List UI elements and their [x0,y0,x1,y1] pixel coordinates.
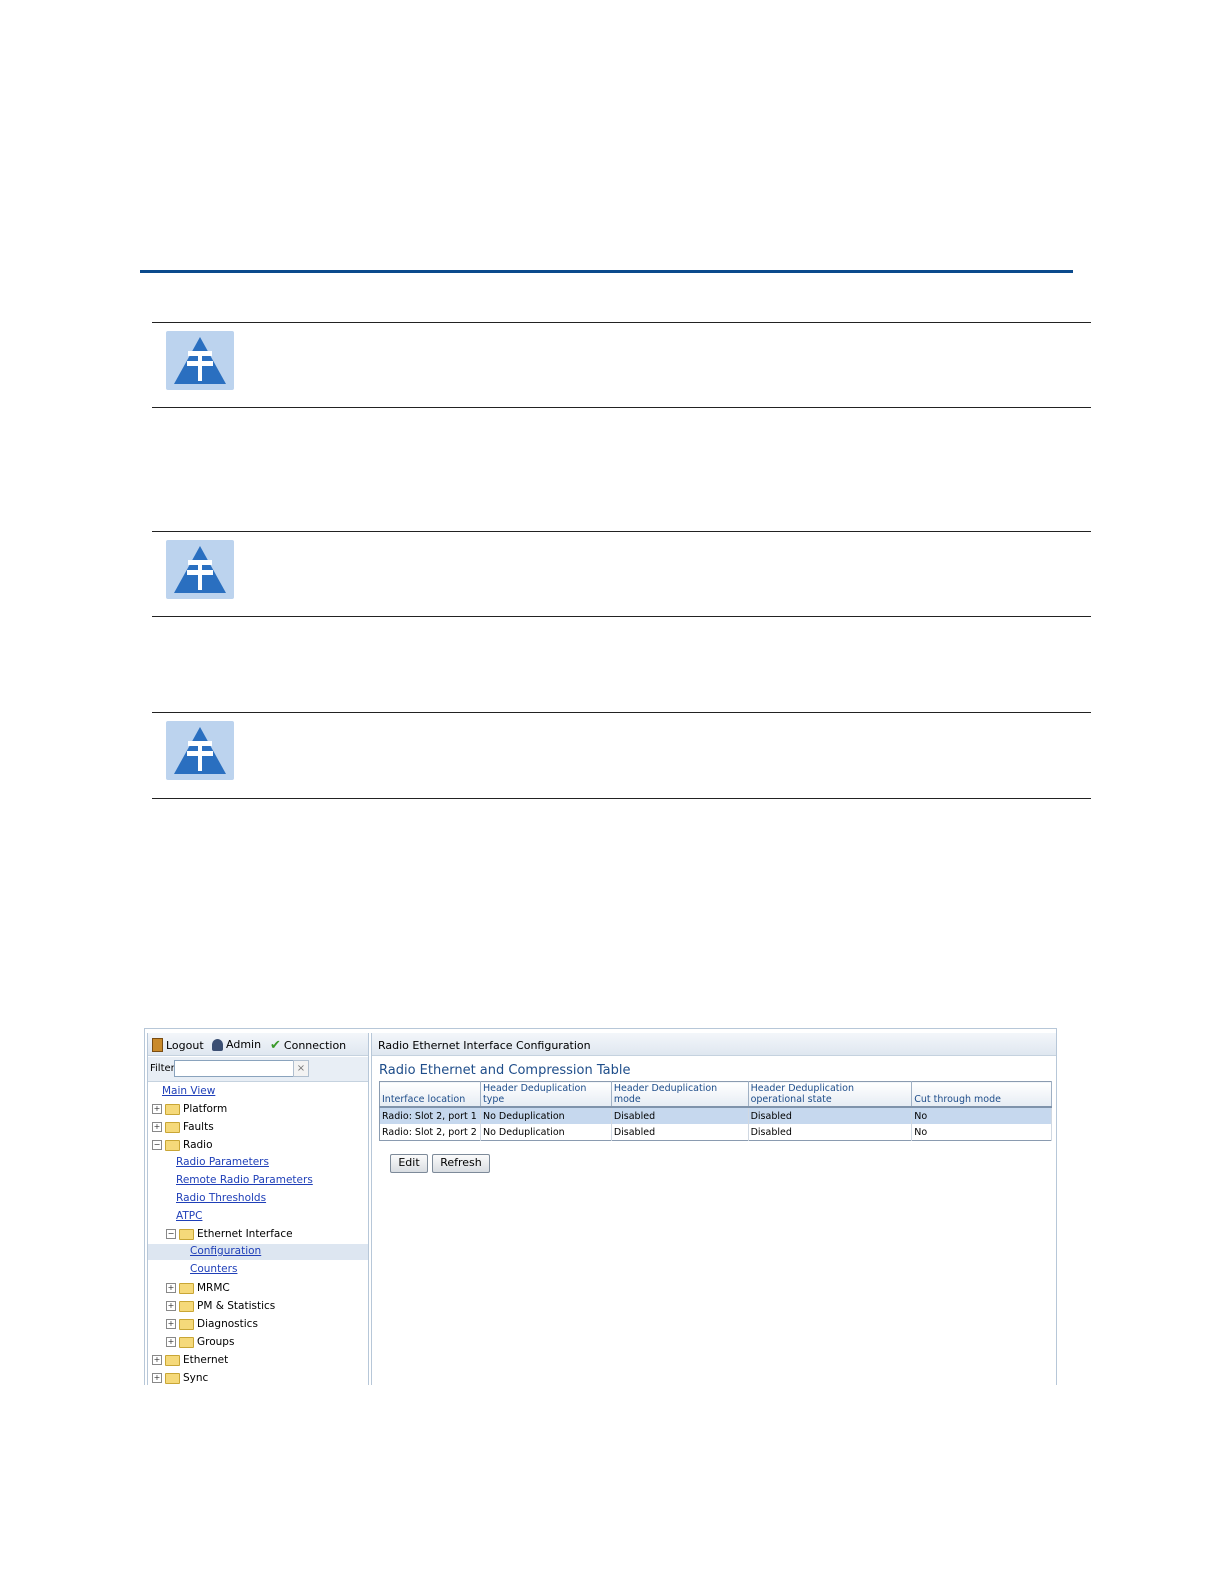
note-pin-icon [166,540,234,599]
table-cell: No Deduplication [480,1107,612,1124]
column-header[interactable]: Cut through mode [911,1081,1052,1108]
open-folder-icon [165,1139,180,1151]
connection-status[interactable]: ✔ Connection [270,1038,346,1053]
admin-button[interactable]: Admin [212,1038,261,1051]
expand-icon[interactable]: + [166,1319,176,1329]
panel-title: Radio Ethernet Interface Configuration [378,1039,591,1052]
tree-faults[interactable]: + Faults [152,1119,214,1135]
column-header[interactable]: Header Deduplication mode [611,1081,749,1108]
collapse-icon[interactable]: − [152,1140,162,1150]
tree-sync[interactable]: + Sync [152,1370,208,1385]
table-cell: No [911,1124,1052,1141]
table-cell: Radio: Slot 2, port 2 [379,1124,481,1141]
web-ui-screenshot: Logout Admin ✔ Connection Filter × Main … [144,1028,1057,1385]
content-pane: Radio Ethernet Interface Configuration R… [371,1033,1056,1385]
note-pin-icon [166,331,234,390]
nav-toolbar: Logout Admin ✔ Connection [148,1033,368,1056]
note-box-2 [152,531,1091,617]
expand-icon[interactable]: + [152,1104,162,1114]
tree-groups[interactable]: + Groups [166,1334,234,1350]
expand-icon[interactable]: + [152,1355,162,1365]
note-pin-icon [166,721,234,780]
tree-radio-parameters[interactable]: Radio Parameters [176,1156,269,1168]
navigation-pane: Logout Admin ✔ Connection Filter × Main … [147,1033,369,1385]
expand-icon[interactable]: + [152,1122,162,1132]
tree-pm-statistics[interactable]: + PM & Statistics [166,1298,275,1314]
folder-icon [165,1354,180,1366]
column-header[interactable]: Header Deduplication operational state [748,1081,913,1108]
table-title: Radio Ethernet and Compression Table [379,1063,631,1078]
tree-remote-radio-parameters[interactable]: Remote Radio Parameters [176,1174,313,1186]
radio-ethernet-table: Interface location Header Deduplication … [379,1081,1052,1141]
expand-icon[interactable]: + [166,1337,176,1347]
table-cell: No Deduplication [480,1124,612,1141]
tree-diagnostics[interactable]: + Diagnostics [166,1316,258,1332]
tree-counters[interactable]: Counters [190,1263,237,1275]
table-cell: Disabled [748,1124,913,1141]
folder-icon [179,1336,194,1348]
table-header-row: Interface location Header Deduplication … [379,1081,1052,1108]
folder-icon [179,1282,194,1294]
tree-mrmc[interactable]: + MRMC [166,1280,230,1296]
checkmark-icon: ✔ [270,1038,281,1053]
refresh-button[interactable]: Refresh [432,1154,490,1173]
logout-button[interactable]: Logout [152,1038,204,1052]
table-row[interactable]: Radio: Slot 2, port 1 No Deduplication D… [379,1107,1052,1124]
filter-label: Filter [150,1063,175,1074]
folder-icon [179,1300,194,1312]
column-header[interactable]: Header Deduplication type [480,1081,612,1108]
edit-button[interactable]: Edit [390,1154,428,1173]
folder-icon [179,1318,194,1330]
user-icon [212,1038,223,1051]
table-cell: Radio: Slot 2, port 1 [379,1107,481,1124]
tree-main-view[interactable]: Main View [162,1085,215,1097]
folder-icon [165,1372,180,1384]
expand-icon[interactable]: + [166,1283,176,1293]
logout-icon [152,1038,163,1052]
tree-configuration[interactable]: Configuration [190,1245,261,1257]
expand-icon[interactable]: + [152,1373,162,1383]
tree-ethernet-interface[interactable]: − Ethernet Interface [166,1226,293,1242]
collapse-icon[interactable]: − [166,1229,176,1239]
expand-icon[interactable]: + [166,1301,176,1311]
table-cell: Disabled [611,1107,749,1124]
filter-input[interactable] [174,1060,296,1077]
tree-radio[interactable]: − Radio [152,1137,213,1153]
column-header[interactable]: Interface location [379,1081,481,1108]
panel-header: Radio Ethernet Interface Configuration [372,1033,1056,1056]
tree-radio-thresholds[interactable]: Radio Thresholds [176,1192,266,1204]
folder-icon [165,1103,180,1115]
clear-filter-icon[interactable]: × [293,1060,309,1077]
filter-row: Filter × [148,1057,368,1082]
table-cell: Disabled [748,1107,913,1124]
folder-icon [165,1121,180,1133]
table-cell: No [911,1107,1052,1124]
open-folder-icon [179,1228,194,1240]
table-cell: Disabled [611,1124,749,1141]
note-box-1 [152,322,1091,408]
note-box-3 [152,712,1091,799]
table-row[interactable]: Radio: Slot 2, port 2 No Deduplication D… [379,1124,1052,1141]
tree-atpc[interactable]: ATPC [176,1210,202,1222]
tree-platform[interactable]: + Platform [152,1101,227,1117]
tree-ethernet[interactable]: + Ethernet [152,1352,228,1368]
section-rule [140,270,1073,273]
